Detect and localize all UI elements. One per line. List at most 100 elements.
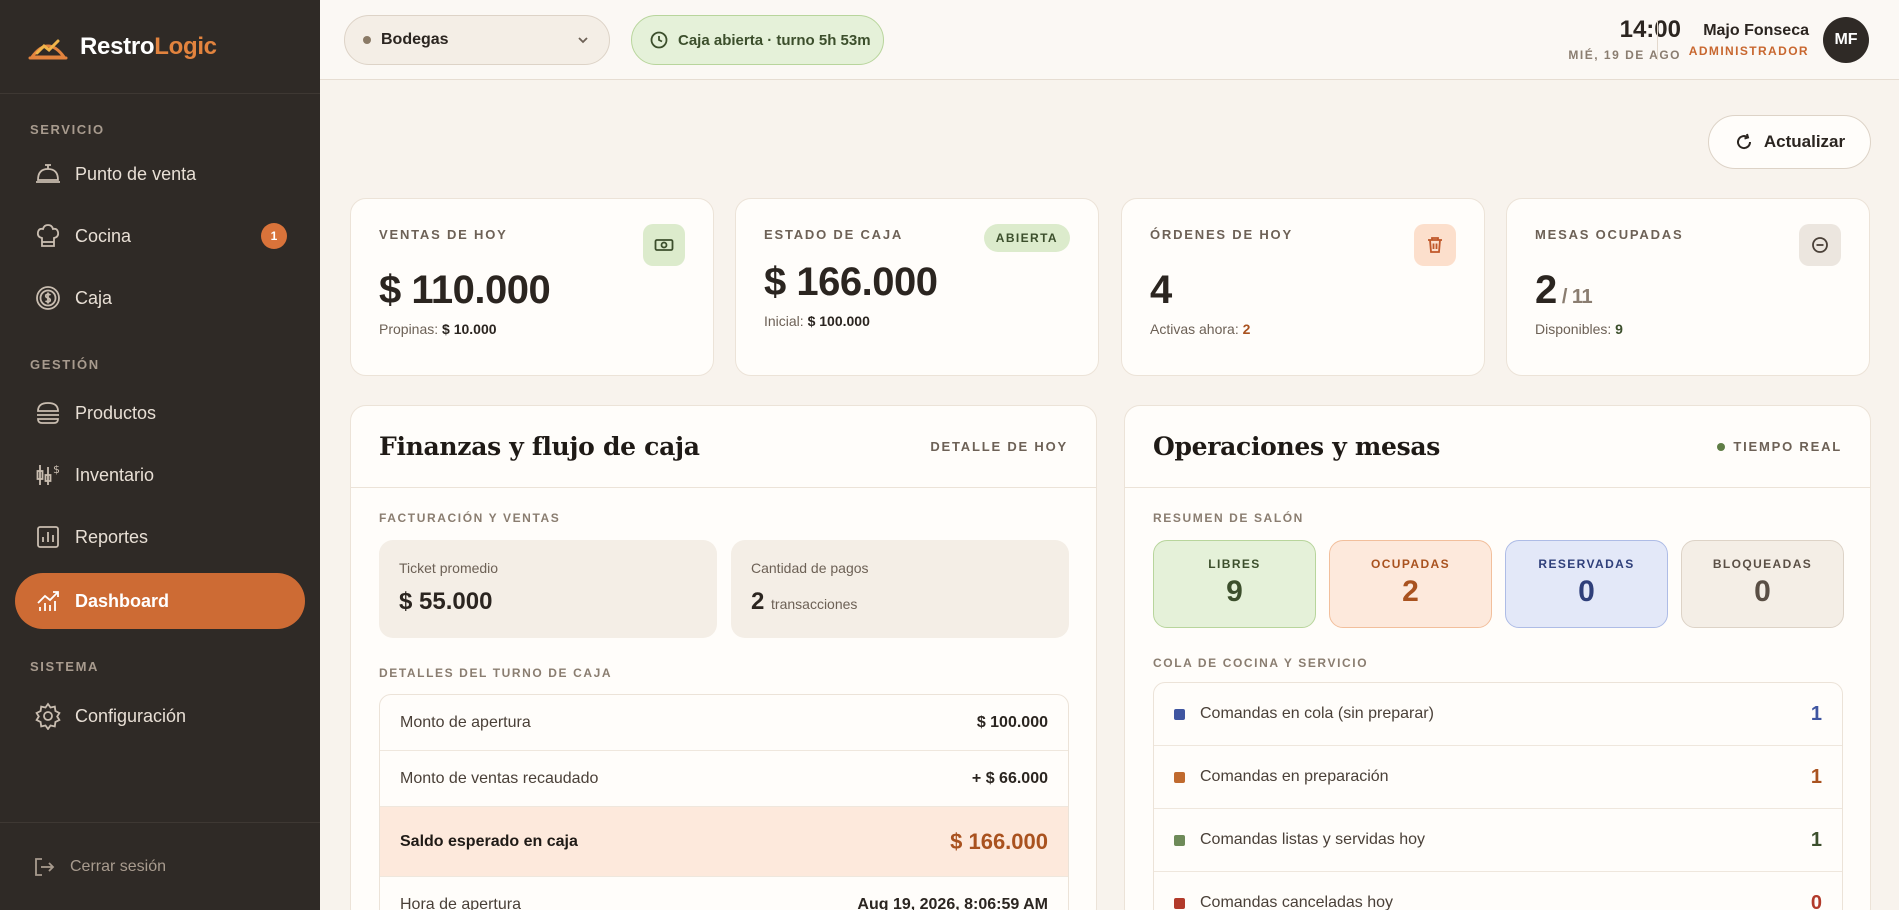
tile-ocupadas[interactable]: OCUPADAS 2	[1329, 540, 1492, 628]
sidebar-item-cocina[interactable]: Cocina 1	[15, 208, 305, 264]
burger-icon	[33, 398, 63, 428]
clock: 14:00 MIÉ, 19 DE AGO	[1568, 16, 1681, 62]
kpi-sub: Activas ahora: 2	[1150, 321, 1251, 337]
cocina-count-badge: 1	[261, 223, 287, 249]
sidebar-item-label: Dashboard	[75, 590, 170, 611]
kpi-value: 4	[1150, 268, 1172, 312]
kpi-label: ÓRDENES DE HOY	[1150, 227, 1293, 242]
dashboard-chart-icon	[33, 586, 63, 616]
kpi-value: 2 / 11	[1535, 268, 1593, 312]
sidebar-item-punto-de-venta[interactable]: Punto de venta	[15, 146, 305, 202]
kpi-card-ventas: VENTAS DE HOY $ 110.000 Propinas: $ 10.0…	[350, 198, 714, 376]
status-badge: ABIERTA	[983, 224, 1070, 252]
tile-bloqueadas[interactable]: BLOQUEADAS 0	[1681, 540, 1844, 628]
table-status-icon	[1799, 224, 1841, 266]
kpi-label: MESAS OCUPADAS	[1535, 227, 1684, 242]
kpi-value: $ 110.000	[379, 268, 551, 312]
status-square	[1174, 771, 1185, 783]
avatar[interactable]: MF	[1823, 17, 1869, 63]
inventory-icon: $	[33, 460, 63, 490]
payments-label: Cantidad de pagos	[751, 560, 869, 576]
section-title-sistema: SISTEMA	[30, 659, 99, 674]
payments-value: 2 transacciones	[751, 588, 858, 615]
topbar: Bodegas Caja abierta · turno 5h 53m 14:0…	[320, 0, 1899, 80]
cash-status-pill[interactable]: Caja abierta · turno 5h 53m	[631, 15, 884, 65]
refresh-label: Actualizar	[1763, 132, 1846, 151]
billing-section-title: FACTURACIÓN Y VENTAS	[379, 511, 561, 525]
section-title-servicio: SERVICIO	[30, 122, 105, 137]
user-info[interactable]: Majo Fonseca ADMINISTRADOR	[1689, 22, 1809, 58]
status-square	[1174, 834, 1185, 846]
table-row: Monto de ventas recaudado + $ 66.000	[380, 751, 1068, 807]
status-square	[1174, 897, 1185, 909]
sidebar-item-label: Cocina	[75, 225, 132, 246]
brand-name: RestroLogic	[80, 32, 217, 60]
live-dot	[1717, 442, 1726, 451]
ticket-label: Ticket promedio	[399, 560, 499, 576]
clock-icon	[650, 31, 668, 49]
cash-status-text: Caja abierta · turno 5h 53m	[678, 31, 871, 49]
sidebar-item-inventario[interactable]: $ Inventario	[15, 447, 305, 503]
operations-panel: Operaciones y mesas TIEMPO REAL RESUMEN …	[1124, 405, 1871, 910]
sidebar-item-label: Caja	[75, 287, 113, 308]
restrologic-logo-icon	[28, 39, 68, 59]
list-item[interactable]: Comandas en preparación 1	[1154, 746, 1842, 809]
bar-chart-icon	[33, 522, 63, 552]
refresh-button[interactable]: Actualizar	[1708, 115, 1871, 169]
sidebar-item-label: Inventario	[75, 464, 155, 485]
sidebar-item-label: Punto de venta	[75, 163, 197, 184]
sidebar-item-productos[interactable]: Productos	[15, 385, 305, 441]
logout-icon	[32, 855, 56, 879]
sidebar-item-label: Reportes	[75, 526, 149, 547]
panel-header: Finanzas y flujo de caja DETALLE DE HOY	[351, 406, 1096, 488]
sidebar-item-reportes[interactable]: Reportes	[15, 509, 305, 565]
sidebar-item-dashboard[interactable]: Dashboard	[15, 573, 305, 629]
trash-icon	[1414, 224, 1456, 266]
refresh-icon	[1734, 132, 1754, 152]
brand[interactable]: RestroLogic	[0, 0, 320, 94]
kpi-sub: Disponibles: 9	[1535, 321, 1623, 337]
chef-hat-icon	[33, 221, 63, 251]
user-name: Majo Fonseca	[1703, 22, 1809, 39]
sidebar: RestroLogic SERVICIO GESTIÓN SISTEMA Pun…	[0, 0, 320, 910]
sidebar-item-caja[interactable]: Caja	[15, 270, 305, 326]
kpi-sub: Inicial: $ 100.000	[764, 313, 870, 329]
finance-panel: Finanzas y flujo de caja DETALLE DE HOY …	[350, 405, 1097, 910]
user-role: ADMINISTRADOR	[1688, 44, 1809, 58]
detail-today-link[interactable]: DETALLE DE HOY	[930, 439, 1068, 454]
panel-title: Operaciones y mesas	[1153, 432, 1441, 461]
svg-text:$: $	[53, 463, 60, 476]
sidebar-item-configuracion[interactable]: Configuración	[15, 688, 305, 744]
kitchen-queue-list: Comandas en cola (sin preparar) 1 Comand…	[1153, 682, 1843, 910]
list-item[interactable]: Comandas canceladas hoy 0	[1154, 872, 1842, 910]
realtime-indicator: TIEMPO REAL	[1717, 439, 1842, 454]
panel-title: Finanzas y flujo de caja	[379, 432, 700, 461]
branch-select[interactable]: Bodegas	[344, 15, 610, 65]
sidebar-item-label: Productos	[75, 402, 157, 423]
service-bell-icon	[33, 159, 63, 189]
tile-libres[interactable]: LIBRES 9	[1153, 540, 1316, 628]
table-row-highlight: Saldo esperado en caja $ 166.000	[380, 807, 1068, 877]
current-time: 14:00	[1619, 16, 1681, 43]
logout-button[interactable]: Cerrar sesión	[0, 822, 320, 910]
kpi-card-mesas: MESAS OCUPADAS 2 / 11 Disponibles: 9	[1506, 198, 1870, 376]
divider	[1657, 20, 1658, 60]
cash-bill-icon	[643, 224, 685, 266]
gear-icon	[33, 701, 63, 731]
branch-status-dot	[363, 36, 371, 44]
list-item[interactable]: Comandas en cola (sin preparar) 1	[1154, 683, 1842, 746]
section-title-gestion: GESTIÓN	[30, 357, 100, 372]
tile-reservadas[interactable]: RESERVADAS 0	[1505, 540, 1668, 628]
sidebar-item-label: Configuración	[75, 705, 187, 726]
table-row: Monto de apertura $ 100.000	[380, 695, 1068, 751]
salon-section-title: RESUMEN DE SALÓN	[1153, 511, 1304, 525]
shift-section-title: DETALLES DEL TURNO DE CAJA	[379, 666, 613, 680]
branch-name: Bodegas	[381, 31, 449, 48]
status-square	[1174, 708, 1185, 720]
table-row: Hora de apertura Aug 19, 2026, 8:06:59 A…	[380, 877, 1068, 910]
list-item[interactable]: Comandas listas y servidas hoy 1	[1154, 809, 1842, 872]
kpi-label: VENTAS DE HOY	[379, 227, 508, 242]
kpi-card-ordenes: ÓRDENES DE HOY 4 Activas ahora: 2	[1121, 198, 1485, 376]
coin-icon	[33, 283, 63, 313]
ticket-average-card: Ticket promedio $ 55.000	[379, 540, 717, 638]
